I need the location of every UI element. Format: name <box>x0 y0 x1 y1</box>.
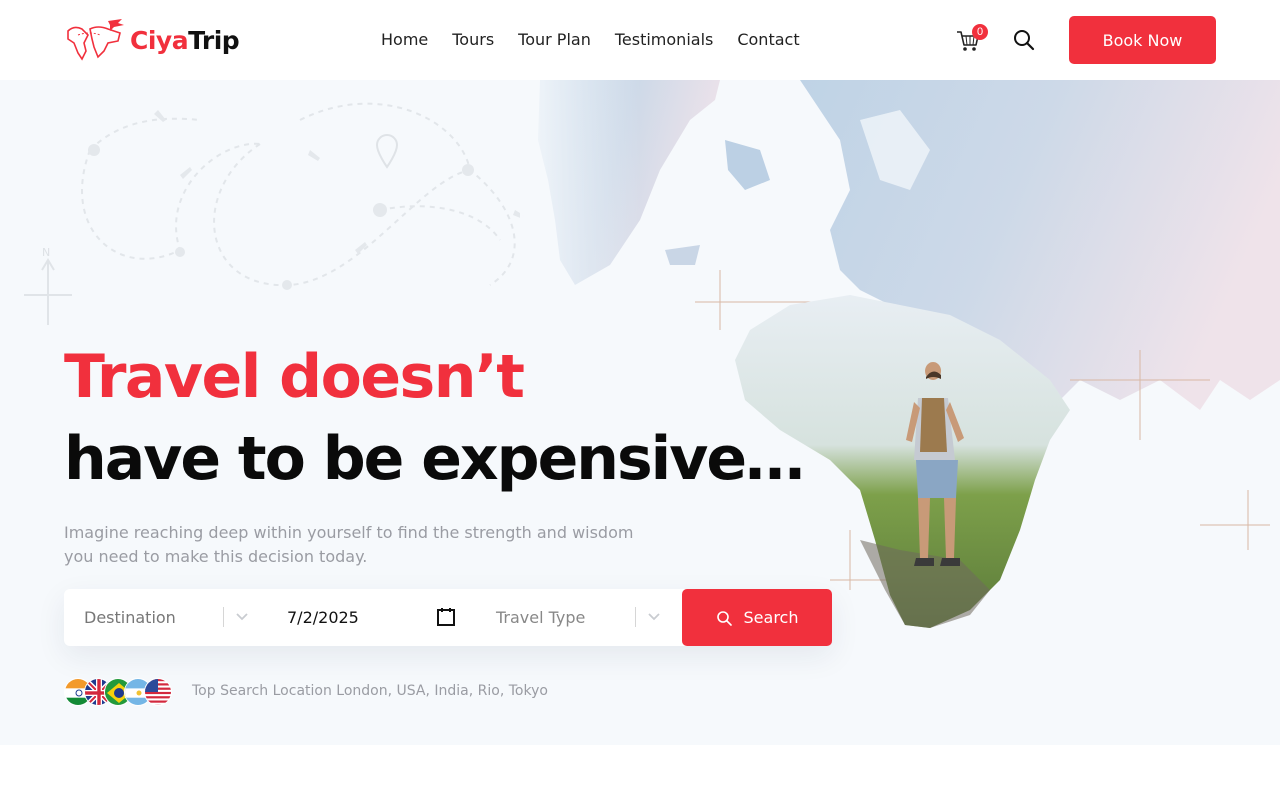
search-icon <box>716 610 732 626</box>
world-map-plane-logo-icon <box>67 19 124 61</box>
hero-section: N Travel doesn’t have to be expensive… I… <box>0 80 1280 745</box>
top-search-locations: Top Search Location London, USA, India, … <box>192 683 548 699</box>
search-button-label: Search <box>743 608 799 627</box>
nav-home[interactable]: Home <box>381 28 428 52</box>
flag-group <box>64 678 174 706</box>
nav-contact[interactable]: Contact <box>737 28 799 52</box>
nav-tours[interactable]: Tours <box>452 28 494 52</box>
chevron-down-icon[interactable] <box>235 610 249 624</box>
calendar-icon[interactable] <box>436 607 456 627</box>
cart-count-badge: 0 <box>972 24 988 40</box>
divider <box>223 607 224 627</box>
destination-select[interactable]: Destination <box>84 589 254 646</box>
search-button[interactable]: Search <box>682 589 832 646</box>
brand-name-part1: Ciya <box>130 25 189 55</box>
hero-subtitle: Imagine reaching deep within yourself to… <box>64 523 634 566</box>
nav-tour-plan[interactable]: Tour Plan <box>518 28 591 52</box>
main-nav: Home Tours Tour Plan Testimonials Contac… <box>381 28 800 52</box>
site-header: CiyaTrip Home Tours Tour Plan Testimonia… <box>0 0 1280 80</box>
hero-title-red: Travel doesn’t <box>64 342 525 412</box>
divider <box>635 607 636 627</box>
nav-testimonials[interactable]: Testimonials <box>615 28 714 52</box>
date-value: 7/2/2025 <box>287 608 359 627</box>
usa-flag-icon[interactable] <box>144 678 172 706</box>
svg-text:N: N <box>42 246 50 259</box>
destination-placeholder: Destination <box>84 608 176 627</box>
brand-name-part2: Trip <box>188 25 240 55</box>
tour-search-bar: Destination 7/2/2025 Travel Type Search <box>64 589 832 646</box>
hero-title-black: have to be expensive… <box>64 424 805 494</box>
travel-type-placeholder: Travel Type <box>496 608 586 627</box>
book-now-button[interactable]: Book Now <box>1069 16 1216 64</box>
logo[interactable]: CiyaTrip <box>64 16 240 64</box>
date-input[interactable]: 7/2/2025 <box>287 589 457 646</box>
travel-type-select[interactable]: Travel Type <box>496 589 666 646</box>
chevron-down-icon[interactable] <box>647 610 661 624</box>
search-icon[interactable] <box>1013 29 1035 51</box>
